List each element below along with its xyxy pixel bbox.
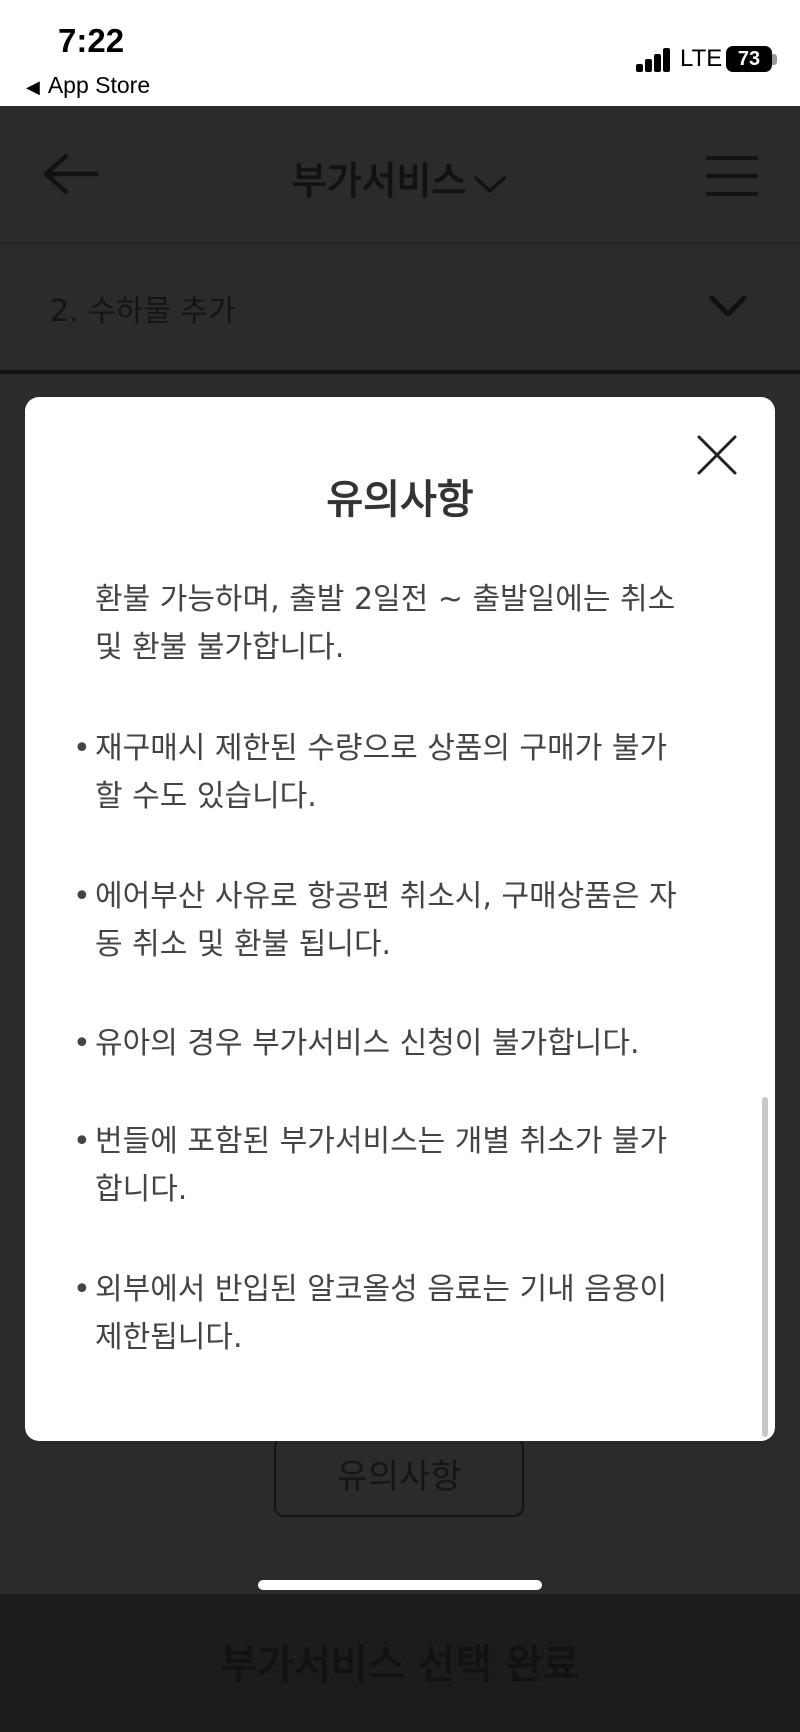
section-baggage-row[interactable]: 2. 수하물 추가 (0, 244, 800, 374)
status-time: 7:22 (58, 22, 125, 59)
back-app-label: App Store (47, 72, 151, 98)
intro-line: 환불 가능하며, 출발 2일전 ~ 출발일에는 취소 (95, 582, 676, 617)
notice-item-line: 번들에 포함된 부가서비스는 개별 취소가 불가 (95, 1124, 668, 1159)
home-indicator[interactable] (258, 1580, 542, 1590)
notice-item-line: 외부에서 반입된 알코올성 음료는 기내 음용이 (95, 1272, 668, 1307)
modal-title: 유의사항 (326, 477, 474, 523)
bottom-bar: 부가서비스 선택 완료 (0, 1594, 800, 1732)
battery-icon: 73 (726, 46, 772, 72)
chevron-down-icon (709, 295, 747, 317)
section-label: 2. 수하물 추가 (50, 294, 236, 329)
bullet-dot: • (73, 1124, 91, 1159)
cellular-signal-icon (636, 48, 672, 72)
bullet-dot: • (73, 879, 91, 914)
notice-item-line: 합니다. (95, 1172, 188, 1207)
notice-item-line: 제한됩니다. (95, 1320, 243, 1355)
back-to-app-store-link[interactable]: ◀ App Store (26, 72, 150, 99)
battery-tip (772, 54, 777, 65)
notice-button[interactable]: 유의사항 (274, 1437, 524, 1517)
chevron-down-icon (474, 175, 507, 193)
page-title[interactable]: 부가서비스 (0, 150, 800, 205)
modal-scrollbar[interactable] (762, 1097, 768, 1437)
bullet-dot: • (73, 1026, 91, 1061)
notice-item-line: 에어부산 사유로 항공편 취소시, 구매상품은 자 (95, 879, 677, 914)
notice-item-line: 동 취소 및 환불 됩니다. (95, 927, 392, 962)
page-title-text: 부가서비스 (291, 159, 467, 203)
notice-item-line: 유아의 경우 부가서비스 신청이 불가합니다. (95, 1026, 640, 1061)
bullet-dot: • (73, 731, 91, 766)
network-type: LTE (680, 45, 723, 72)
notice-item-line: 할 수도 있습니다. (95, 779, 317, 814)
hamburger-menu-icon[interactable] (706, 154, 758, 198)
notice-modal: 유의사항 환불 가능하며, 출발 2일전 ~ 출발일에는 취소 및 환불 불가합… (25, 397, 775, 1441)
complete-selection-button[interactable]: 부가서비스 선택 완료 (0, 1632, 800, 1690)
status-bar: 7:22 ◀ App Store LTE 73 (0, 0, 800, 106)
page-header: 부가서비스 (0, 106, 800, 244)
bullet-dot: • (73, 1272, 91, 1307)
back-triangle-icon: ◀ (26, 77, 40, 97)
intro-line: 및 환불 불가합니다. (95, 630, 345, 665)
notice-item-line: 재구매시 제한된 수량으로 상품의 구매가 불가 (95, 731, 668, 766)
